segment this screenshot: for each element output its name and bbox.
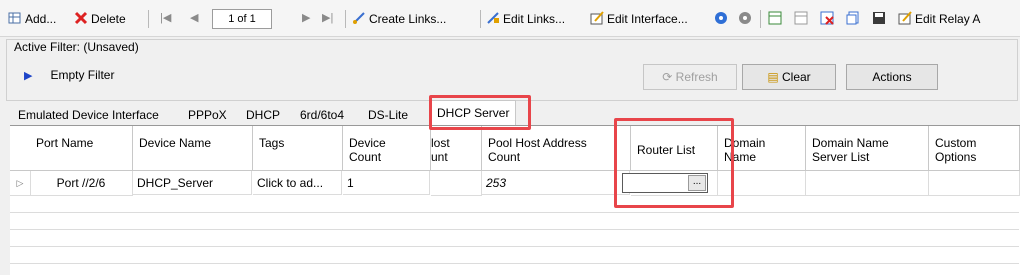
active-filter-title: Active Filter: (Unsaved) xyxy=(14,40,139,54)
column-header-domain-name-server-list[interactable]: Domain Name Server List xyxy=(806,126,929,171)
highlight-dhcp-server-tab xyxy=(429,95,531,130)
refresh-button[interactable]: ⟳ Refresh xyxy=(643,64,737,90)
tab-dhcp[interactable]: DHCP xyxy=(246,106,280,124)
empty-filter-label: Empty Filter xyxy=(50,68,115,82)
cell-device-name[interactable]: DHCP_Server xyxy=(133,171,252,195)
cell-port-name[interactable]: Port //2/6 xyxy=(30,171,133,196)
tab-6rd-6to4[interactable]: 6rd/6to4 xyxy=(300,106,344,124)
cell-custom-options[interactable] xyxy=(929,171,1020,196)
toolbar-separator xyxy=(760,10,761,28)
add-button[interactable]: Add... xyxy=(8,10,56,28)
data-grid: Port Name Device Name Tags Device Count … xyxy=(10,125,1020,275)
toolbar: Add... Delete |◀ ◀ 1 of 1 ▶ ▶| Create Li… xyxy=(0,0,1020,37)
prev-page-icon[interactable]: ◀ xyxy=(190,11,198,24)
column-header-pool-host-address-count[interactable]: Pool Host Address Count xyxy=(482,126,631,171)
actions-button[interactable]: Actions xyxy=(846,64,938,90)
cell-device-count[interactable]: 1 xyxy=(343,171,430,195)
delete-button[interactable]: Delete xyxy=(74,10,126,28)
cell-domain-name-server-list[interactable] xyxy=(806,171,929,196)
tab-emulated-device-interface[interactable]: Emulated Device Interface xyxy=(18,106,159,124)
edit-links-label: Edit Links... xyxy=(503,12,566,26)
add-grid-icon xyxy=(8,12,21,24)
edit-interface-button[interactable]: Edit Interface... xyxy=(590,10,688,28)
table-delete-icon[interactable] xyxy=(820,10,837,28)
table-tool-icon[interactable] xyxy=(768,10,785,28)
toolbar-separator xyxy=(480,10,481,28)
empty-row[interactable] xyxy=(10,213,1019,230)
link-icon xyxy=(353,12,365,24)
empty-filter-row[interactable]: ▶ Empty Filter xyxy=(24,68,114,82)
edit-relay-label: Edit Relay A xyxy=(915,12,981,26)
column-header-tags[interactable]: Tags xyxy=(253,126,343,171)
toolbar-separator xyxy=(148,10,149,28)
row-indicator-icon[interactable]: ▷ xyxy=(10,171,31,196)
tab-pppox[interactable]: PPPoX xyxy=(188,106,227,124)
column-header-host-count[interactable]: lost unt xyxy=(431,126,482,171)
cell-tags[interactable]: Click to ad... xyxy=(253,171,342,195)
edit-interface-label: Edit Interface... xyxy=(607,12,688,26)
copy-icon[interactable] xyxy=(846,10,863,28)
refresh-icon: ⟳ xyxy=(662,70,676,84)
column-header-device-count[interactable]: Device Count xyxy=(343,126,431,171)
edit-links-button[interactable]: Edit Links... xyxy=(486,10,565,28)
edit-relay-button[interactable]: Edit Relay A xyxy=(898,10,980,28)
edit-link-icon xyxy=(487,12,499,24)
table-gray-icon[interactable] xyxy=(794,10,811,28)
column-header-custom-options[interactable]: Custom Options xyxy=(929,126,1020,171)
clear-button[interactable]: ▤ Clear xyxy=(742,64,836,90)
save-icon[interactable] xyxy=(872,10,889,28)
page-indicator[interactable]: 1 of 1 xyxy=(212,9,272,29)
empty-row[interactable] xyxy=(10,196,1019,213)
column-header-port-name[interactable]: Port Name xyxy=(30,126,133,171)
delete-label: Delete xyxy=(91,12,126,26)
tab-ds-lite[interactable]: DS-Lite xyxy=(368,106,408,124)
clear-icon: ▤ xyxy=(767,70,782,84)
first-page-icon[interactable]: |◀ xyxy=(160,11,171,24)
create-links-button[interactable]: Create Links... xyxy=(352,10,446,28)
edit-interface-icon xyxy=(590,11,604,25)
expand-triangle-icon[interactable]: ▶ xyxy=(24,70,32,82)
create-links-label: Create Links... xyxy=(369,12,447,26)
add-label: Add... xyxy=(25,12,57,26)
edit-relay-icon xyxy=(898,11,912,25)
next-page-icon[interactable]: ▶ xyxy=(302,11,310,24)
empty-row[interactable] xyxy=(10,230,1019,247)
highlight-router-list-column xyxy=(614,118,734,208)
toolbar-separator xyxy=(345,10,346,28)
empty-row[interactable] xyxy=(10,247,1019,264)
cell-host-count[interactable] xyxy=(431,171,482,196)
row-header-corner xyxy=(10,126,31,171)
last-page-icon[interactable]: ▶| xyxy=(322,11,333,24)
delete-x-icon xyxy=(74,11,88,25)
globe-gray-icon[interactable] xyxy=(738,10,755,28)
cell-pool-host-address-count[interactable]: 253 xyxy=(482,171,630,195)
column-header-device-name[interactable]: Device Name xyxy=(133,126,253,171)
globe-blue-icon[interactable] xyxy=(714,10,731,28)
